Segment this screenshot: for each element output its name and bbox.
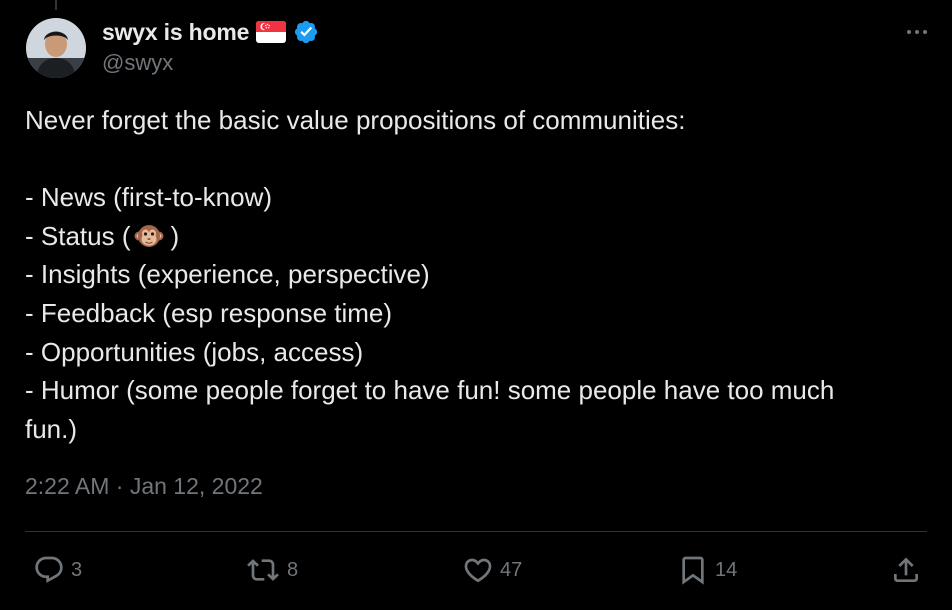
author-handle[interactable]: @swyx (102, 50, 173, 76)
status-line-prefix: - Status ( (25, 220, 131, 251)
tweet-line-status: - Status ( ) (25, 217, 925, 256)
tweet-line: - Insights (experience, perspective) (25, 259, 430, 290)
tweet-line: - Opportunities (jobs, access) (25, 336, 364, 367)
author-name-row: swyx is home (102, 16, 319, 48)
heart-icon (462, 554, 494, 586)
author-display-name[interactable]: swyx is home (102, 19, 249, 46)
reply-button[interactable]: 3 (33, 554, 82, 586)
repost-count: 8 (287, 558, 299, 581)
like-button[interactable]: 47 (462, 554, 522, 586)
reply-icon (33, 554, 65, 586)
like-count: 47 (500, 558, 523, 581)
thread-connector-line (55, 0, 57, 10)
bookmark-count: 14 (715, 558, 738, 581)
tweet-line: - Feedback (esp response time) (25, 297, 393, 328)
share-icon (890, 554, 922, 586)
divider (25, 531, 927, 532)
tweet-timestamp[interactable]: 2:22 AM · Jan 12, 2022 (25, 473, 263, 500)
avatar-image (26, 18, 86, 78)
tweet-line: - Humor (some people forget to have fun!… (25, 375, 835, 406)
avatar[interactable] (26, 18, 86, 78)
repost-icon (245, 554, 281, 586)
bookmark-icon (677, 554, 709, 586)
tweet-line: Never forget the basic value proposition… (25, 105, 686, 135)
bookmark-button[interactable]: 14 (677, 554, 737, 586)
status-line-suffix: ) (170, 220, 180, 251)
tweet-line: fun.) (25, 413, 78, 444)
repost-button[interactable]: 8 (245, 554, 298, 586)
reply-count: 3 (71, 558, 83, 581)
monkey-face-icon (134, 221, 164, 251)
tweet-line: - News (first-to-know) (25, 182, 273, 213)
verified-badge-icon[interactable] (293, 19, 319, 45)
singapore-flag-icon (256, 21, 287, 43)
more-options-icon[interactable] (904, 22, 930, 42)
share-button[interactable] (890, 554, 922, 586)
tweet-text: Never forget the basic value proposition… (25, 101, 925, 448)
